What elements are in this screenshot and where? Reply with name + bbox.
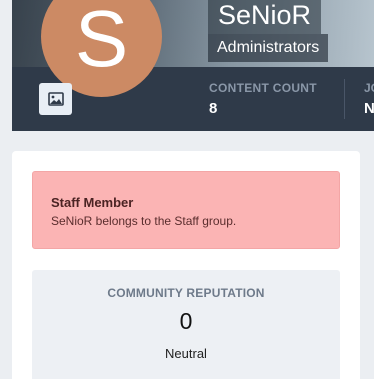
staff-member-notice: Staff Member SeNioR belongs to the Staff…	[32, 171, 340, 249]
profile-username: SeNioR	[208, 0, 322, 34]
stat-value-content-count[interactable]: 8	[209, 100, 217, 117]
avatar-letter: S	[74, 0, 129, 83]
cover-photo-button[interactable]	[39, 83, 72, 115]
reputation-status: Neutral	[165, 346, 207, 361]
stat-value-joined: No	[364, 100, 374, 117]
community-reputation-box: COMMUNITY REPUTATION 0 Neutral	[32, 270, 340, 379]
stat-label-joined: JOI	[364, 81, 374, 95]
stat-label-content-count: CONTENT COUNT	[209, 81, 317, 95]
staff-description: SeNioR belongs to the Staff group.	[51, 214, 237, 228]
profile-group: Administrators	[208, 34, 329, 62]
stat-divider	[344, 79, 345, 119]
staff-title: Staff Member	[51, 195, 134, 210]
image-icon	[47, 92, 64, 106]
profile-cover: S SeNioR Administrators CONTENT COUNT 8 …	[12, 0, 374, 131]
profile-sidebar-panel: Staff Member SeNioR belongs to the Staff…	[12, 151, 360, 379]
reputation-title: COMMUNITY REPUTATION	[107, 286, 265, 300]
reputation-value: 0	[179, 308, 193, 334]
